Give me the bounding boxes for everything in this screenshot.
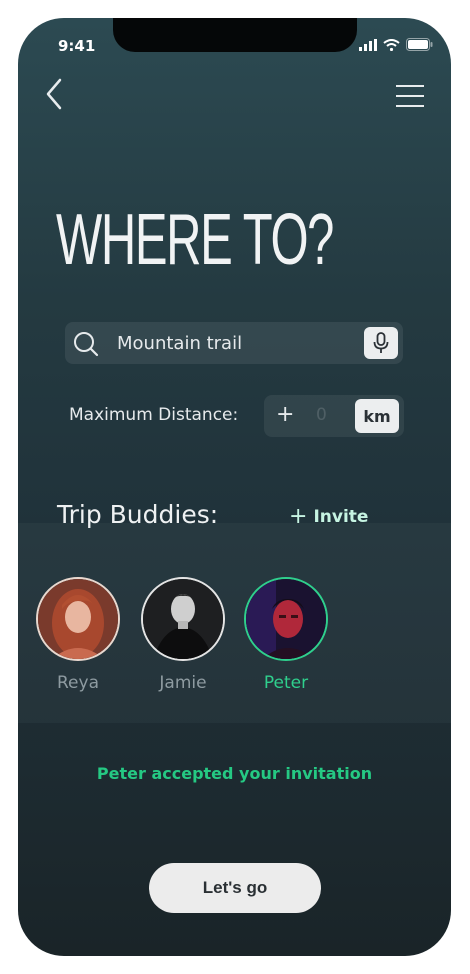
buddy-name: Reya bbox=[57, 673, 99, 693]
avatar bbox=[36, 577, 120, 661]
status-time: 9:41 bbox=[58, 37, 96, 55]
invite-button[interactable]: + Invite bbox=[289, 503, 369, 529]
avatar-portrait-icon bbox=[38, 579, 118, 659]
max-distance-label: Maximum Distance: bbox=[69, 405, 239, 425]
increment-button[interactable]: + bbox=[276, 402, 294, 427]
menu-line-icon bbox=[396, 105, 424, 107]
lets-go-button[interactable]: Let's go bbox=[149, 863, 321, 913]
invite-label: Invite bbox=[313, 507, 369, 527]
notch bbox=[113, 18, 357, 52]
voice-search-button[interactable] bbox=[364, 327, 398, 359]
menu-line-icon bbox=[396, 95, 424, 97]
menu-line-icon bbox=[396, 85, 424, 87]
search-value: Mountain trail bbox=[117, 333, 243, 354]
avatar bbox=[244, 577, 328, 661]
battery-icon bbox=[406, 38, 433, 51]
status-icons bbox=[359, 38, 433, 51]
page-title: WHERE TO? bbox=[56, 200, 334, 280]
back-button[interactable] bbox=[42, 76, 66, 112]
buddy-reya[interactable]: Reya bbox=[36, 577, 120, 693]
trip-buddies-heading: Trip Buddies: bbox=[57, 500, 219, 529]
buddy-jamie[interactable]: Jamie bbox=[141, 577, 225, 693]
distance-value: 0 bbox=[316, 405, 327, 425]
phone-screen: 9:41 WHERE TO? Mountain trail Maximum Di… bbox=[18, 18, 451, 956]
buddy-name: Jamie bbox=[159, 673, 207, 693]
avatar-portrait-icon bbox=[143, 579, 223, 659]
buddy-peter[interactable]: Peter bbox=[244, 577, 328, 693]
avatar bbox=[141, 577, 225, 661]
buddy-name: Peter bbox=[263, 673, 309, 693]
menu-button[interactable] bbox=[390, 80, 430, 114]
cellular-signal-icon bbox=[359, 38, 377, 51]
wifi-icon bbox=[383, 38, 400, 51]
search-icon bbox=[74, 332, 99, 357]
plus-icon: + bbox=[289, 504, 308, 529]
distance-input[interactable]: + 0 km bbox=[264, 395, 404, 437]
avatar-portrait-icon bbox=[246, 579, 326, 659]
search-input[interactable]: Mountain trail bbox=[65, 322, 403, 364]
unit-km-button[interactable]: km bbox=[355, 399, 399, 433]
invitation-accepted-message: Peter accepted your invitation bbox=[96, 764, 373, 783]
microphone-icon bbox=[373, 332, 389, 353]
